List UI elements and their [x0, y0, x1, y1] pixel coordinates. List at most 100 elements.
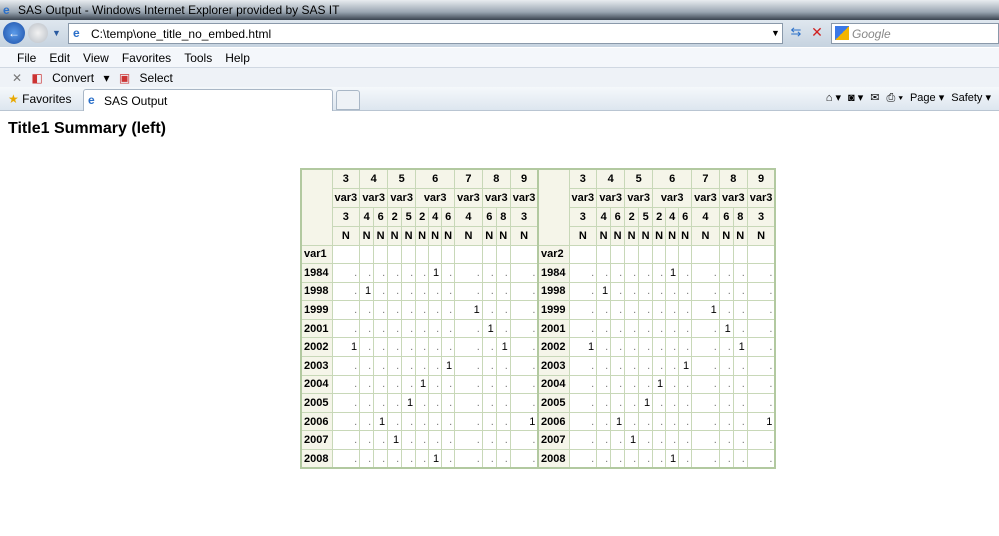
table-cell: . [691, 318, 720, 339]
table-row: 1999........ 1... [537, 300, 776, 320]
table-row: 1999........ 1... [300, 300, 539, 320]
convert-button[interactable]: ◧ Convert ▾ [31, 71, 109, 85]
column-value-header: 2 [387, 206, 403, 227]
close-toolbar-icon[interactable]: ✕ [12, 71, 22, 85]
stat-header: N [624, 225, 640, 246]
menu-edit[interactable]: Edit [49, 51, 70, 65]
command-tools: ⌂ ▾ ◙ ▾ ✉ ⎙ ▾ Page ▾ Safety ▾ [819, 91, 991, 105]
menu-favorites[interactable]: Favorites [122, 51, 171, 65]
table-cell: . [454, 281, 483, 302]
stat-header: N [732, 225, 748, 246]
table-cell: . [718, 356, 734, 376]
table-cell: . [481, 449, 497, 469]
table-row: 1998. 1.......... [300, 281, 539, 302]
column-group-header: 7 [691, 168, 720, 189]
empty-cell [509, 244, 539, 265]
table-cell: . [387, 393, 403, 413]
column-var-header: var3 [568, 187, 598, 208]
table-cell: . [691, 374, 720, 395]
table-cell: . [718, 393, 734, 413]
safety-menu[interactable]: Safety ▾ [951, 92, 991, 104]
empty-cell [441, 244, 456, 265]
table-cell: . [746, 449, 776, 469]
refresh-icon[interactable]: ⇆ [786, 24, 806, 43]
table-cell: . [331, 430, 361, 451]
address-bar[interactable]: e C:\temp\one_title_no_embed.html [68, 23, 783, 44]
table-cell: . [401, 411, 417, 432]
stat-header: N [610, 225, 626, 246]
table-cell: . [331, 411, 361, 432]
home-icon[interactable]: ⌂ ▾ [826, 92, 841, 104]
table-cell: . [732, 393, 748, 413]
table-cell: . [481, 281, 497, 302]
table-cell: . [359, 318, 375, 339]
table-cell: . [746, 374, 776, 395]
feeds-icon[interactable]: ◙ ▾ [848, 92, 863, 104]
menu-file[interactable]: File [17, 51, 36, 65]
select-button[interactable]: ▣ Select [119, 71, 179, 85]
table-cell: . [678, 374, 693, 395]
table-cell: . [454, 430, 483, 451]
table-cell: . [387, 356, 403, 376]
table-cell: . [373, 281, 389, 302]
table-cell: . [746, 281, 776, 302]
mail-icon[interactable]: ✉ [870, 92, 879, 104]
row-header: 2005 [300, 393, 333, 413]
table-cell: . [481, 337, 497, 358]
table-cell: 1 [624, 430, 640, 451]
column-var-header: var3 [331, 187, 361, 208]
address-dropdown-icon[interactable]: ▼ [771, 28, 780, 38]
table-cell: . [415, 449, 430, 469]
print-icon[interactable]: ⎙ ▾ [886, 92, 902, 104]
table-cell: 1 [331, 337, 361, 358]
table-cell: . [610, 337, 626, 358]
menu-help[interactable]: Help [225, 51, 250, 65]
table-cell: . [678, 263, 693, 283]
table-cell: . [331, 300, 361, 320]
row-var-label-row: var1 [300, 244, 539, 265]
table-cell: 1 [454, 300, 483, 320]
header-row-var: var3 var3 var3 var3 var3 var3 var3 [538, 187, 776, 208]
table-cell: . [732, 263, 748, 283]
column-value-header: 4 [691, 206, 720, 227]
header-row-stat: NNNNNNNNNNNN [301, 225, 539, 246]
table-cell: . [373, 430, 389, 451]
row-var-label: var1 [300, 244, 333, 265]
table-cell: . [373, 393, 389, 413]
table-cell: . [454, 411, 483, 432]
table-cell: . [387, 300, 403, 320]
search-input[interactable]: Google [831, 23, 999, 44]
column-var-header: var3 [624, 187, 654, 208]
table-cell: . [652, 281, 667, 302]
table-cell: . [718, 300, 734, 320]
empty-cell [387, 244, 403, 265]
new-tab-button[interactable] [336, 90, 360, 110]
menu-view[interactable]: View [83, 51, 109, 65]
tab-sas-output[interactable]: e SAS Output [83, 89, 333, 111]
table-cell: . [401, 300, 417, 320]
favorites-button[interactable]: ★ Favorites [8, 92, 71, 106]
table-cell: . [415, 337, 430, 358]
page-menu[interactable]: Page ▾ [910, 92, 944, 104]
column-value-header: 3 [746, 206, 776, 227]
column-value-header: 3 [331, 206, 361, 227]
row-header: 1998 [537, 281, 570, 302]
column-value-header: 6 [373, 206, 389, 227]
table-cell: 1 [373, 411, 389, 432]
forward-button[interactable] [28, 23, 48, 43]
stat-header: N [638, 225, 654, 246]
column-value-header: 4 [428, 206, 443, 227]
back-button[interactable]: ← [3, 22, 25, 44]
table-row: 2002 1......... 1. [537, 337, 776, 358]
table-cell: . [415, 300, 430, 320]
stat-header: N [678, 225, 693, 246]
history-dropdown-icon[interactable]: ▼ [52, 28, 61, 38]
stop-icon[interactable]: ✕ [807, 24, 827, 43]
table-cell: . [509, 449, 539, 469]
stat-header: N [509, 225, 539, 246]
menu-tools[interactable]: Tools [184, 51, 212, 65]
row-header: 2006 [300, 411, 333, 432]
command-bar: ✕ ◧ Convert ▾ ▣ Select [0, 68, 999, 87]
table-cell: 1 [652, 374, 667, 395]
table-cell: . [509, 318, 539, 339]
